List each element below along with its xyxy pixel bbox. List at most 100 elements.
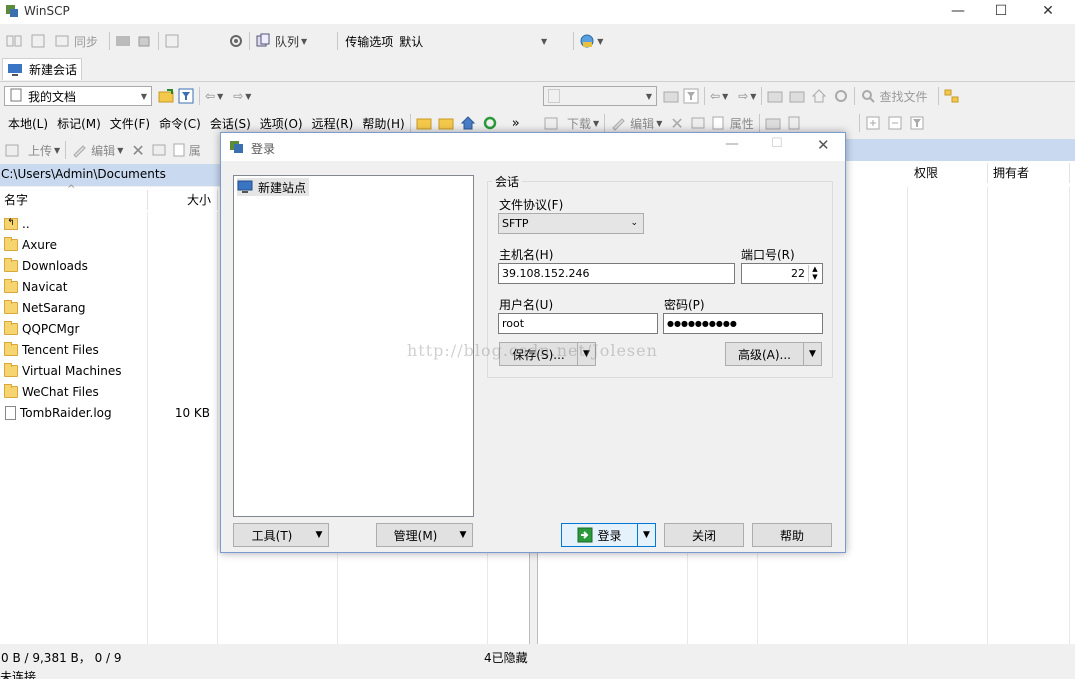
edit-label[interactable]: 编辑 [91,142,115,159]
overflow-chevron-icon[interactable]: » [512,116,520,131]
home-icon[interactable] [460,115,476,131]
edit-label[interactable]: 编辑 [630,115,654,132]
protocol-select[interactable]: SFTP ⌄ [498,213,644,234]
open-folder-icon[interactable] [663,88,679,104]
column-permissions[interactable]: 权限 [908,163,988,183]
close-button[interactable]: 关闭 [664,523,744,547]
find-icon[interactable] [164,33,180,49]
dialog-title: 登录 [251,142,276,156]
spinner-arrows-icon[interactable]: ▲ ▼ [808,265,821,282]
copy-icon[interactable] [787,115,803,131]
chevron-down-icon[interactable]: ▼ [637,524,655,546]
rename-icon[interactable] [151,142,167,158]
port-spinner[interactable]: 22 ▲ ▼ [741,263,823,284]
plus-icon[interactable] [865,115,881,131]
chevron-down-icon[interactable]: ▼ [597,37,603,46]
home-icon[interactable] [811,88,827,104]
minimize-button[interactable]: — [935,0,981,24]
download-label[interactable]: 下载 [567,115,591,132]
putty-icon[interactable] [137,33,153,49]
delete-x-icon[interactable]: ✕ [670,114,683,133]
list-item[interactable]: Axure [0,234,215,255]
local-path-combo[interactable]: 我的文档 ▼ [4,86,152,106]
parent-dir-icon[interactable] [767,88,783,104]
globe-icon[interactable] [579,33,595,49]
sync-icon [54,33,70,49]
filter-icon[interactable] [683,88,699,104]
back-arrow-icon[interactable]: ⇦ [710,89,720,103]
parent-dir-icon[interactable] [416,115,432,131]
queue-button[interactable]: 队列 ▼ [255,33,307,50]
transfer-options-select[interactable]: 默认 ▼ [399,31,547,51]
rename-icon[interactable] [690,115,706,131]
host-label: 主机名(H) [499,248,554,262]
menu-options[interactable]: 选项(O) [260,115,303,132]
folder-icon [4,341,18,356]
app-icon [5,4,19,18]
refresh-icon[interactable] [482,115,498,131]
dialog-minimize-button[interactable]: — [725,136,739,152]
filter-icon[interactable] [909,115,925,131]
forward-arrow-icon[interactable]: ⇨ [738,89,748,103]
new-folder-icon[interactable] [765,115,781,131]
open-folder-icon[interactable] [158,88,174,104]
root-dir-icon[interactable] [789,88,805,104]
list-item[interactable]: Downloads [0,255,215,276]
root-dir-icon[interactable] [438,115,454,131]
edit-icon [71,142,87,158]
list-item[interactable]: TombRaider.log 10 KB [0,402,215,423]
manage-button[interactable]: 管理(M) ▼ [376,523,473,547]
advanced-button[interactable]: 高级(A)... ▼ [725,342,822,366]
column-size[interactable]: 大小 [148,190,218,210]
forward-arrow-icon[interactable]: ⇨ [233,89,243,103]
properties-label[interactable]: 属 [189,142,201,159]
upload-label[interactable]: 上传 [28,142,52,159]
delete-x-icon[interactable]: ✕ [131,141,144,160]
list-item[interactable]: Virtual Machines [0,360,215,381]
close-window-button[interactable]: ✕ [1025,0,1071,24]
tab-new-session[interactable]: 新建会话 [2,58,83,80]
tools-button[interactable]: 工具(T) ▼ [233,523,329,547]
console-icon[interactable] [115,33,131,49]
list-item[interactable]: ↰ .. [0,213,215,234]
menu-session[interactable]: 会话(S) [210,115,251,132]
remote-path-combo[interactable]: ▼ [543,86,657,106]
compare-icon[interactable] [6,33,22,49]
menu-mark[interactable]: 标记(M) [57,115,101,132]
connection-status: 未连接 [0,670,37,679]
minus-icon[interactable] [887,115,903,131]
login-icon [577,527,593,543]
password-input[interactable]: ●●●●●●●●●● [663,313,823,334]
login-button[interactable]: 登录 ▼ [561,523,656,547]
sync-button[interactable]: 同步 [54,33,98,50]
menu-command[interactable]: 命令(C) [159,115,201,132]
local-path-toolbar: 我的文档 ▼ ⇦ ▼ ⇨ ▼ [4,84,251,108]
list-item[interactable]: QQPCMgr [0,318,215,339]
maximize-button[interactable]: ☐ [978,0,1024,24]
synchronize-browse-icon[interactable] [30,33,46,49]
tree-icon[interactable] [944,88,960,104]
menu-remote[interactable]: 远程(R) [312,115,354,132]
help-button[interactable]: 帮助 [752,523,832,547]
site-item-new[interactable]: 新建站点 [237,178,310,196]
chevron-down-icon[interactable]: ▼ [803,343,821,365]
list-item[interactable]: Tencent Files [0,339,215,360]
filter-icon[interactable] [178,88,194,104]
menu-help[interactable]: 帮助(H) [362,115,404,132]
back-arrow-icon[interactable]: ⇦ [205,89,215,103]
preferences-gear-icon[interactable] [228,33,244,49]
menu-local[interactable]: 本地(L) [8,115,48,132]
username-input[interactable]: root [498,313,658,334]
list-item[interactable]: NetSarang [0,297,215,318]
chevron-down-icon: ▼ [645,91,652,101]
list-item[interactable]: WeChat Files [0,381,215,402]
find-files-button[interactable]: 查找文件 [860,88,927,105]
list-item[interactable]: Navicat [0,276,215,297]
refresh-icon[interactable] [833,88,849,104]
host-input[interactable]: 39.108.152.246 [498,263,735,284]
dialog-close-button[interactable]: ✕ [817,136,830,154]
column-owner[interactable]: 拥有者 [988,163,1070,183]
properties-label[interactable]: 属性 [730,115,754,132]
menu-file[interactable]: 文件(F) [110,115,150,132]
tab-label: 新建会话 [29,63,78,77]
